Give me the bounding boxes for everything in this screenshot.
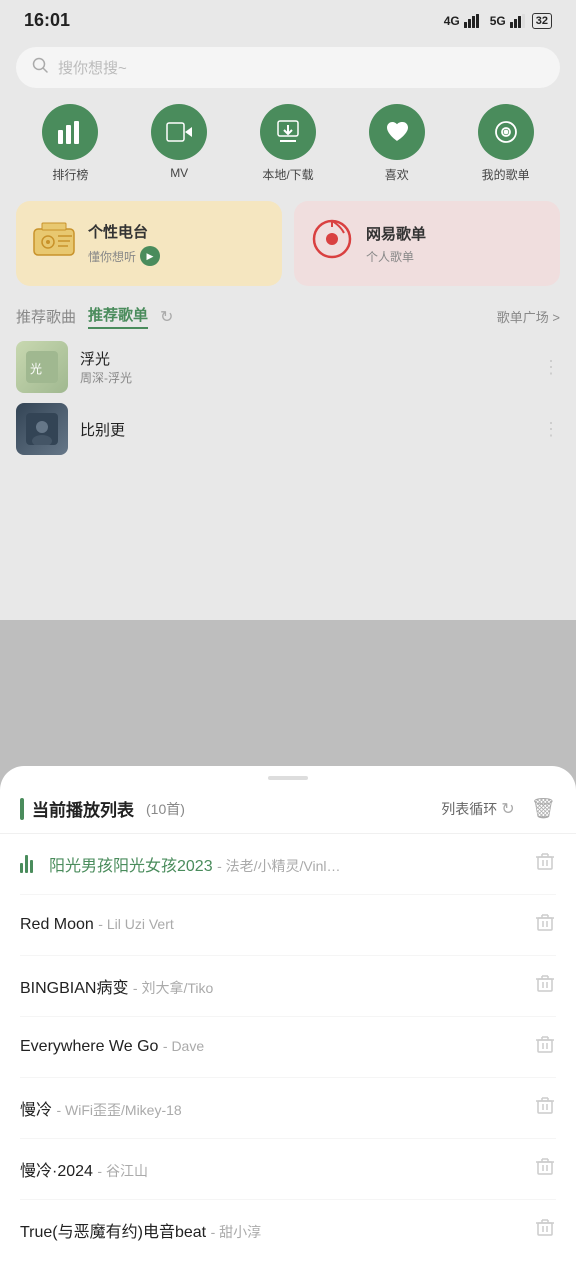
pl-song-artist-7: - 甜小淳	[211, 1224, 262, 1240]
pl-song-artist-6: - 谷江山	[97, 1163, 148, 1179]
loop-icon: ↻	[501, 799, 514, 819]
card-radio-title: 个性电台	[88, 221, 160, 242]
pl-song-title-5: 慢冷 - WiFi歪歪/Mikey-18	[20, 1096, 524, 1120]
tab-right[interactable]: 歌单广场 >	[497, 307, 560, 326]
status-bar: 16:01 4G 5G 32	[0, 0, 576, 37]
mylist-label: 我的歌单	[482, 166, 530, 183]
search-bar[interactable]: 搜你想搜~	[16, 47, 560, 88]
song-title-2: 比别更	[80, 419, 530, 440]
pl-delete-5[interactable]	[534, 1094, 556, 1122]
signal-bars-4g	[464, 14, 482, 28]
song-thumb-2	[16, 403, 68, 455]
sheet-header: 当前播放列表 (10首) 列表循环 ↻ 🗑	[0, 796, 576, 834]
loop-button[interactable]: 列表循环 ↻	[441, 799, 514, 819]
mv-label: MV	[170, 166, 188, 180]
pl-song-title-7: True(与恶魔有约)电音beat - 甜小淳	[20, 1218, 524, 1242]
rank-label: 排行榜	[52, 166, 88, 183]
card-radio[interactable]: 个性电台 懂你想听 ▶	[16, 201, 282, 286]
nav-download[interactable]: 本地/下载	[260, 104, 316, 183]
like-icon	[369, 104, 425, 160]
mylist-icon	[478, 104, 534, 160]
search-placeholder: 搜你想搜~	[58, 57, 127, 78]
feature-cards: 个性电台 懂你想听 ▶ 网易歌单 个人歌单	[16, 201, 560, 286]
playlist-items: 阳光男孩阳光女孩2023 - 法老/小精灵/Vinl… Red Moon	[0, 834, 576, 1260]
pl-song-artist-5: - WiFi歪歪/Mikey-18	[56, 1102, 181, 1118]
playlist-item-3[interactable]: BINGBIAN病变 - 刘大拿/Tiko	[20, 956, 556, 1017]
bottom-sheet: 当前播放列表 (10首) 列表循环 ↻ 🗑 阳光男孩阳光女孩2023 - 法老/…	[0, 766, 576, 1280]
song-title-1: 浮光	[80, 348, 530, 369]
card-netease[interactable]: 网易歌单 个人歌单	[294, 201, 560, 286]
card-radio-text: 个性电台 懂你想听 ▶	[88, 221, 160, 266]
download-icon	[260, 104, 316, 160]
pl-song-artist-2: - Lil Uzi Vert	[98, 916, 173, 932]
sheet-title: 当前播放列表	[32, 796, 134, 821]
radio-icon	[32, 221, 76, 266]
card-radio-sub: 懂你想听 ▶	[88, 246, 160, 266]
radio-play-btn[interactable]: ▶	[140, 246, 160, 266]
playlist-item-1[interactable]: 阳光男孩阳光女孩2023 - 法老/小精灵/Vinl…	[20, 834, 556, 895]
svg-text:光: 光	[30, 362, 42, 376]
refresh-icon[interactable]: ↻	[160, 307, 173, 327]
status-icons: 4G 5G 32	[444, 13, 552, 29]
signal-5g-icon: 5G	[490, 14, 506, 28]
playlist-item-6[interactable]: 慢冷·2024 - 谷江山	[20, 1139, 556, 1200]
nav-mv[interactable]: MV	[151, 104, 207, 183]
status-time: 16:01	[24, 10, 70, 31]
song-artist-1: 周深-浮光	[80, 369, 530, 386]
trash-icon[interactable]: 🗑	[531, 796, 556, 821]
signal-4g-icon: 4G	[444, 14, 460, 28]
tab-recommend-list[interactable]: 推荐歌单	[88, 304, 148, 329]
signal-bars-5g	[510, 14, 528, 28]
tabs-row: 推荐歌曲 推荐歌单 ↻ 歌单广场 >	[16, 304, 560, 329]
battery-icon: 32	[532, 13, 552, 29]
pl-delete-4[interactable]	[534, 1033, 556, 1061]
rank-icon	[42, 104, 98, 160]
pl-delete-7[interactable]	[534, 1216, 556, 1244]
like-label: 喜欢	[385, 166, 409, 183]
nav-mylist[interactable]: 我的歌单	[478, 104, 534, 183]
tab-recommend-songs[interactable]: 推荐歌曲	[16, 306, 76, 327]
main-content: 搜你想搜~ 排行榜 MV	[0, 47, 576, 455]
song-info-1: 浮光 周深-浮光	[80, 348, 530, 386]
mv-icon	[151, 104, 207, 160]
song-item-1[interactable]: 光 浮光 周深-浮光 ⋮	[16, 341, 560, 393]
song-thumb-1: 光	[16, 341, 68, 393]
more-icon-2[interactable]: ⋮	[542, 419, 560, 440]
song-item-2[interactable]: 比别更 ⋮	[16, 403, 560, 455]
quick-nav: 排行榜 MV 本地/下载	[16, 104, 560, 183]
nav-rank[interactable]: 排行榜	[42, 104, 98, 183]
pl-delete-3[interactable]	[534, 972, 556, 1000]
pl-song-title-2: Red Moon - Lil Uzi Vert	[20, 916, 524, 934]
pl-song-artist-1: - 法老/小精灵/Vinl…	[217, 858, 340, 874]
pl-song-title-4: Everywhere We Go - Dave	[20, 1038, 524, 1056]
sheet-actions: 列表循环 ↻ 🗑	[441, 796, 556, 821]
pl-song-title-1: 阳光男孩阳光女孩2023 - 法老/小精灵/Vinl…	[49, 852, 524, 876]
pl-delete-6[interactable]	[534, 1155, 556, 1183]
card-netease-sub: 个人歌单	[366, 248, 426, 265]
sheet-count: (10首)	[146, 799, 185, 819]
song-info-2: 比别更	[80, 419, 530, 440]
pl-song-title-3: BINGBIAN病变 - 刘大拿/Tiko	[20, 974, 524, 998]
green-bar	[20, 798, 24, 820]
pl-song-artist-4: - Dave	[163, 1038, 204, 1054]
more-icon-1[interactable]: ⋮	[542, 357, 560, 378]
download-label: 本地/下载	[262, 166, 313, 183]
search-icon	[32, 57, 48, 78]
sheet-handle	[268, 776, 308, 780]
card-netease-title: 网易歌单	[366, 223, 426, 244]
playlist-item-4[interactable]: Everywhere We Go - Dave	[20, 1017, 556, 1078]
pl-delete-2[interactable]	[534, 911, 556, 939]
card-netease-text: 网易歌单 个人歌单	[366, 223, 426, 265]
playlist-item-7[interactable]: True(与恶魔有约)电音beat - 甜小淳	[20, 1200, 556, 1260]
nav-like[interactable]: 喜欢	[369, 104, 425, 183]
playing-bars	[20, 855, 33, 873]
sheet-title-bar: 当前播放列表 (10首)	[20, 796, 441, 821]
playlist-item-5[interactable]: 慢冷 - WiFi歪歪/Mikey-18	[20, 1078, 556, 1139]
playlist-item-2[interactable]: Red Moon - Lil Uzi Vert	[20, 895, 556, 956]
netease-icon	[310, 217, 354, 270]
pl-song-title-6: 慢冷·2024 - 谷江山	[20, 1157, 524, 1181]
pl-song-artist-3: - 刘大拿/Tiko	[133, 980, 213, 996]
pl-delete-1[interactable]	[534, 850, 556, 878]
